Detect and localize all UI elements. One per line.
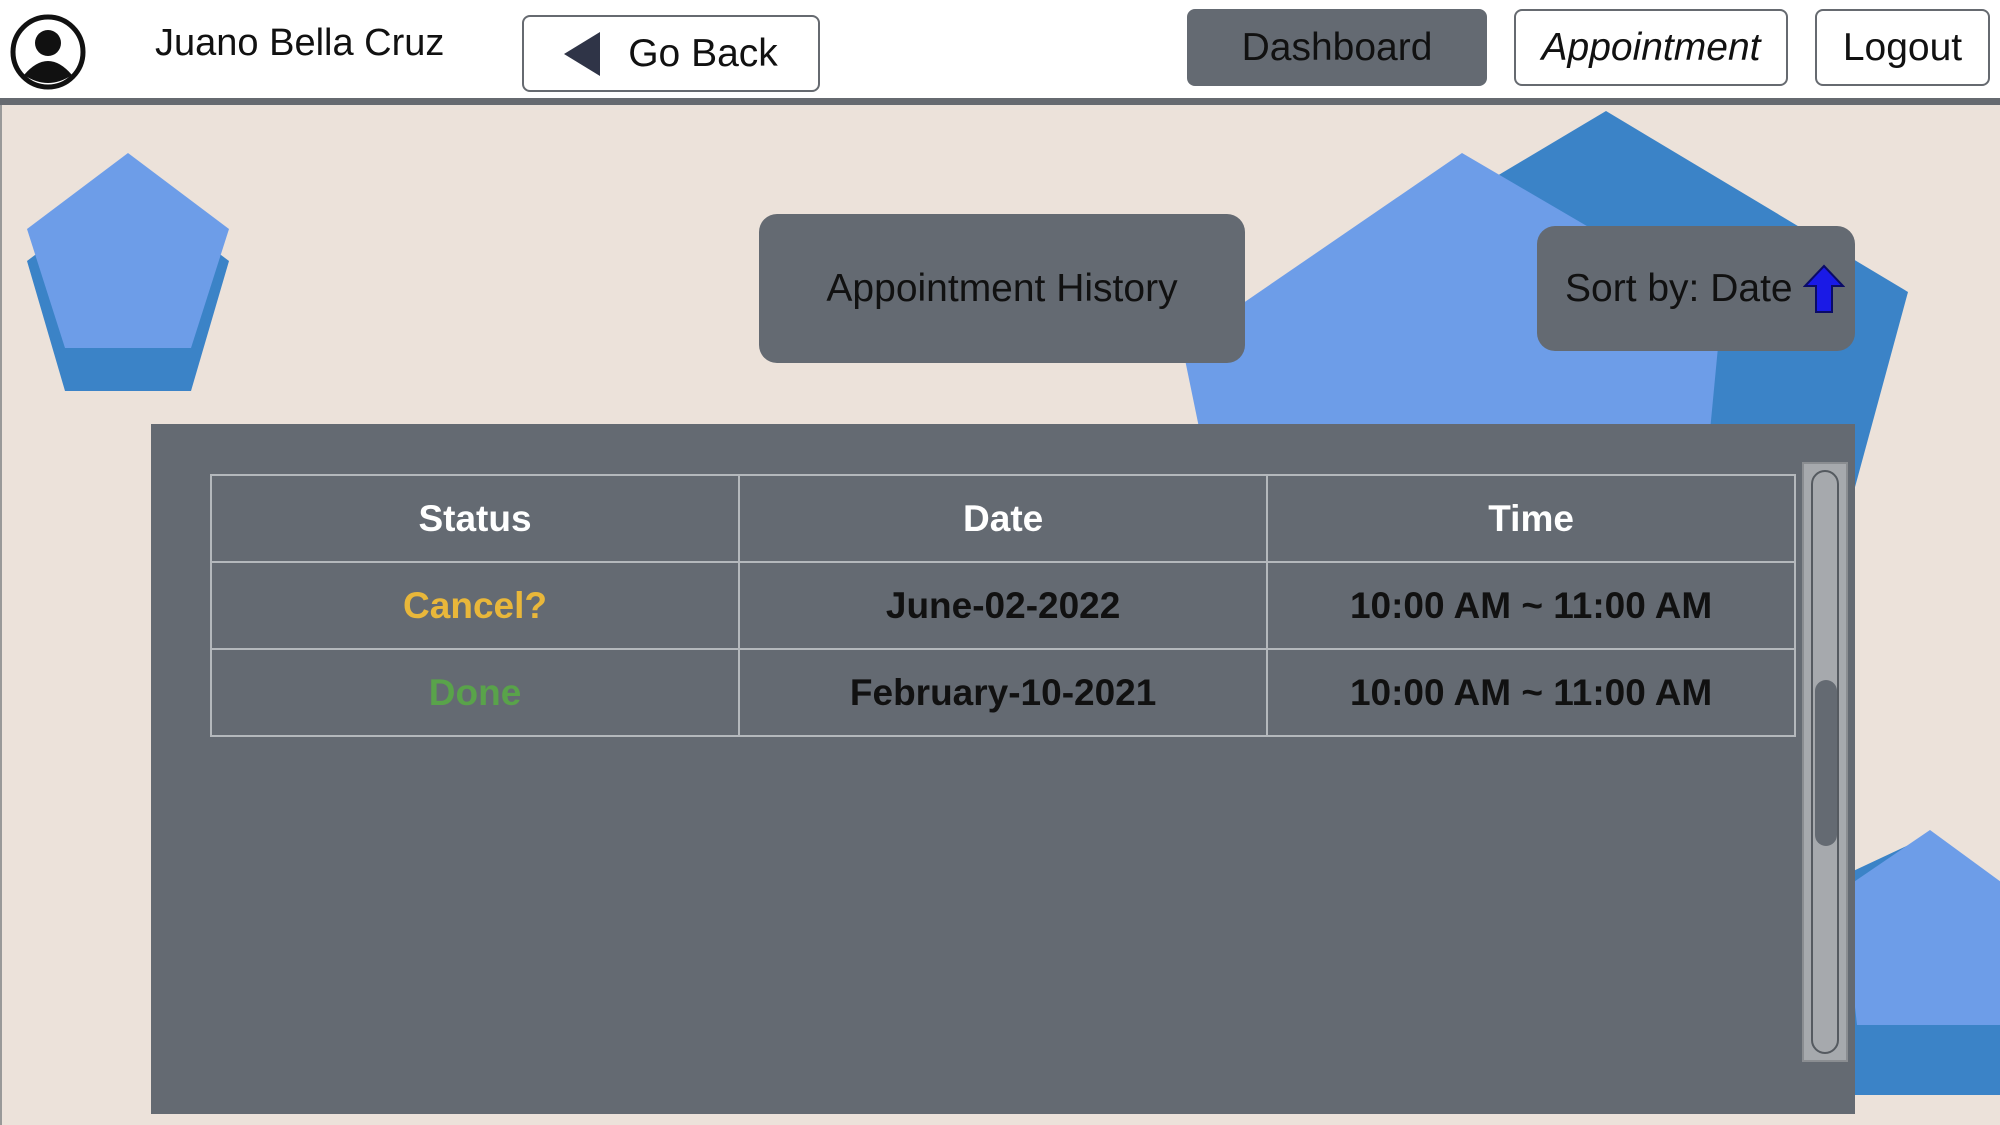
arrow-up-icon: [1802, 264, 1845, 313]
user-avatar-icon[interactable]: [9, 13, 87, 91]
column-header-status: Status: [209, 474, 741, 563]
go-back-label: Go Back: [628, 31, 778, 75]
table-row: Cancel? June-02-2022 10:00 AM ~ 11:00 AM: [209, 561, 1796, 650]
appointment-button[interactable]: Appointment: [1514, 9, 1788, 86]
appointment-label: Appointment: [1541, 25, 1761, 69]
page-title-label: Appointment History: [826, 266, 1178, 310]
page-title: Appointment History: [759, 214, 1245, 363]
go-back-button[interactable]: Go Back: [522, 15, 820, 92]
date-cell: June-02-2022: [738, 561, 1269, 650]
appointment-history-panel: Status Date Time Cancel? June-02-2022 10…: [151, 424, 1855, 1114]
logout-button[interactable]: Logout: [1815, 9, 1990, 86]
pentagon-shape: [27, 153, 229, 348]
user-name: Juano Bella Cruz: [155, 22, 445, 64]
date-cell: February-10-2021: [738, 648, 1269, 737]
main-content: Appointment History Sort by: Date Status…: [0, 105, 2000, 1125]
header-divider: [0, 98, 2000, 105]
pentagon-shape: [1842, 830, 2000, 1025]
scrollbar[interactable]: [1802, 462, 1848, 1062]
table-header-row: Status Date Time: [209, 474, 1796, 563]
dashboard-button[interactable]: Dashboard: [1187, 9, 1487, 86]
appointment-table: Status Date Time Cancel? June-02-2022 10…: [209, 474, 1796, 737]
scrollbar-thumb[interactable]: [1815, 680, 1837, 846]
column-header-date: Date: [738, 474, 1269, 563]
table-row: Done February-10-2021 10:00 AM ~ 11:00 A…: [209, 648, 1796, 737]
time-cell: 10:00 AM ~ 11:00 AM: [1266, 648, 1796, 737]
time-cell: 10:00 AM ~ 11:00 AM: [1266, 561, 1796, 650]
logout-label: Logout: [1842, 25, 1963, 69]
sort-label: Sort by: Date: [1565, 266, 1793, 310]
dashboard-label: Dashboard: [1241, 25, 1433, 69]
top-bar: Juano Bella Cruz Go Back Dashboard Appoi…: [0, 0, 2000, 98]
column-header-time: Time: [1266, 474, 1796, 563]
sort-button[interactable]: Sort by: Date: [1537, 226, 1855, 351]
back-triangle-icon: [564, 31, 601, 76]
status-cancel-link[interactable]: Cancel?: [209, 561, 741, 650]
status-done: Done: [209, 648, 741, 737]
